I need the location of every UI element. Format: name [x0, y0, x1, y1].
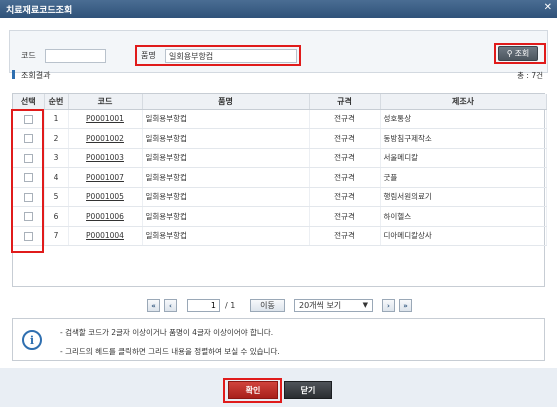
table-row[interactable]: 7 P0001004 일회용부항컵 전규격 디아메디칼상사 — [13, 226, 547, 246]
row-spec: 전규격 — [309, 187, 381, 207]
page-size-value: 20개씩 보기 — [299, 301, 342, 310]
row-number: 4 — [44, 167, 69, 188]
name-input[interactable] — [165, 49, 297, 63]
row-code-link[interactable]: P0001007 — [68, 167, 143, 188]
page-total: / 1 — [225, 301, 236, 310]
last-page-button[interactable]: » — [399, 299, 412, 312]
row-number: 3 — [44, 148, 69, 168]
results-count: 총 : 7건 — [517, 71, 543, 80]
col-header-no[interactable]: 순번 — [44, 94, 69, 110]
row-spec: 전규격 — [309, 109, 381, 129]
results-header: 조회결과 총 : 7건 — [12, 69, 545, 81]
pagination: « ‹ / 1 이동 20개씩 보기 ▼ › » — [0, 299, 557, 315]
row-code-link[interactable]: P0001003 — [68, 148, 143, 168]
footer-bar: 확인 닫기 — [0, 368, 557, 407]
search-button-label: 조회 — [514, 49, 530, 58]
row-code-link[interactable]: P0001002 — [68, 128, 143, 149]
results-grid: 선택 순번 코드 품명 규격 제조사 1 P0001001 일회용부항컵 전규격 성호통… — [11, 93, 547, 287]
row-maker: 디아메디칼상사 — [380, 226, 547, 246]
go-page-button[interactable]: 이동 — [250, 299, 285, 312]
row-maker: 성호통상 — [380, 109, 547, 129]
row-number: 6 — [44, 206, 69, 227]
row-maker: 동방침구제작소 — [380, 128, 547, 149]
window-titlebar: 치료재료코드조회 ✕ — [0, 0, 557, 18]
main-panel: 코드 품명 ⚲ 조회 조회결과 총 : 7건 선택 순번 코드 — [0, 18, 557, 368]
code-input[interactable] — [45, 49, 106, 63]
row-number: 5 — [44, 187, 69, 207]
row-maker: 굿플 — [380, 167, 547, 188]
info-line-1: - 검색할 코드가 2글자 이상이거나 품명이 4글자 이상이어야 합니다. — [60, 328, 274, 337]
prev-page-button[interactable]: ‹ — [164, 299, 177, 312]
table-row[interactable]: 6 P0001006 일회용부항컵 전규격 하이헬스 — [13, 206, 547, 227]
row-code-link[interactable]: P0001005 — [68, 187, 143, 207]
row-name: 일회용부항컵 — [142, 167, 310, 188]
section-marker — [12, 70, 15, 79]
page-size-select[interactable]: 20개씩 보기 ▼ — [294, 299, 373, 312]
row-maker: 하이헬스 — [380, 206, 547, 227]
row-maker: 서울메디칼 — [380, 148, 547, 168]
first-page-button[interactable]: « — [147, 299, 160, 312]
next-page-button[interactable]: › — [382, 299, 395, 312]
row-name: 일회용부항컵 — [142, 148, 310, 168]
row-name: 일회용부항컵 — [142, 128, 310, 149]
table-row[interactable]: 1 P0001001 일회용부항컵 전규격 성호통상 — [13, 109, 547, 129]
close-icon[interactable]: ✕ — [544, 2, 552, 13]
select-column-highlight — [11, 109, 44, 253]
info-icon: i — [22, 330, 42, 350]
info-box: i - 검색할 코드가 2글자 이상이거나 품명이 4글자 이상이어야 합니다.… — [12, 318, 545, 361]
close-button[interactable]: 닫기 — [284, 381, 332, 399]
row-number: 7 — [44, 226, 69, 246]
table-row[interactable]: 5 P0001005 일회용부항컵 전규격 행림서원의료기 — [13, 187, 547, 207]
name-label: 품명 — [141, 51, 156, 60]
row-name: 일회용부항컵 — [142, 187, 310, 207]
row-number: 1 — [44, 109, 69, 129]
search-button[interactable]: ⚲ 조회 — [498, 46, 538, 61]
search-icon: ⚲ — [506, 49, 513, 58]
chevron-down-icon: ▼ — [362, 301, 368, 309]
row-spec: 전규격 — [309, 167, 381, 188]
info-line-2: - 그리드의 헤드를 클릭하면 그리드 내용을 정렬하여 보실 수 있습니다. — [60, 347, 280, 356]
row-maker: 행림서원의료기 — [380, 187, 547, 207]
window-title: 치료재료코드조회 — [6, 6, 73, 16]
col-header-spec[interactable]: 규격 — [309, 94, 381, 110]
col-header-name[interactable]: 품명 — [142, 94, 310, 110]
code-label: 코드 — [21, 51, 36, 60]
search-panel: 코드 품명 ⚲ 조회 — [9, 30, 548, 73]
row-spec: 전규격 — [309, 226, 381, 246]
page-number-input[interactable] — [187, 299, 220, 312]
results-title: 조회결과 — [21, 71, 51, 80]
table-row[interactable]: 2 P0001002 일회용부항컵 전규격 동방침구제작소 — [13, 128, 547, 149]
col-header-maker[interactable]: 제조사 — [380, 94, 547, 110]
col-header-code[interactable]: 코드 — [68, 94, 143, 110]
grid-header-row: 선택 순번 코드 품명 규격 제조사 — [13, 94, 547, 110]
row-code-link[interactable]: P0001006 — [68, 206, 143, 227]
row-name: 일회용부항컵 — [142, 206, 310, 227]
row-code-link[interactable]: P0001001 — [68, 109, 143, 129]
row-name: 일회용부항컵 — [142, 109, 310, 129]
row-spec: 전규격 — [309, 206, 381, 227]
row-spec: 전규격 — [309, 128, 381, 149]
table-row[interactable]: 4 P0001007 일회용부항컵 전규격 굿플 — [13, 167, 547, 188]
confirm-button[interactable]: 확인 — [228, 381, 278, 399]
row-name: 일회용부항컵 — [142, 226, 310, 246]
col-header-select[interactable]: 선택 — [13, 94, 45, 110]
table-row[interactable]: 3 P0001003 일회용부항컵 전규격 서울메디칼 — [13, 148, 547, 168]
row-code-link[interactable]: P0001004 — [68, 226, 143, 246]
row-number: 2 — [44, 128, 69, 149]
row-spec: 전규격 — [309, 148, 381, 168]
